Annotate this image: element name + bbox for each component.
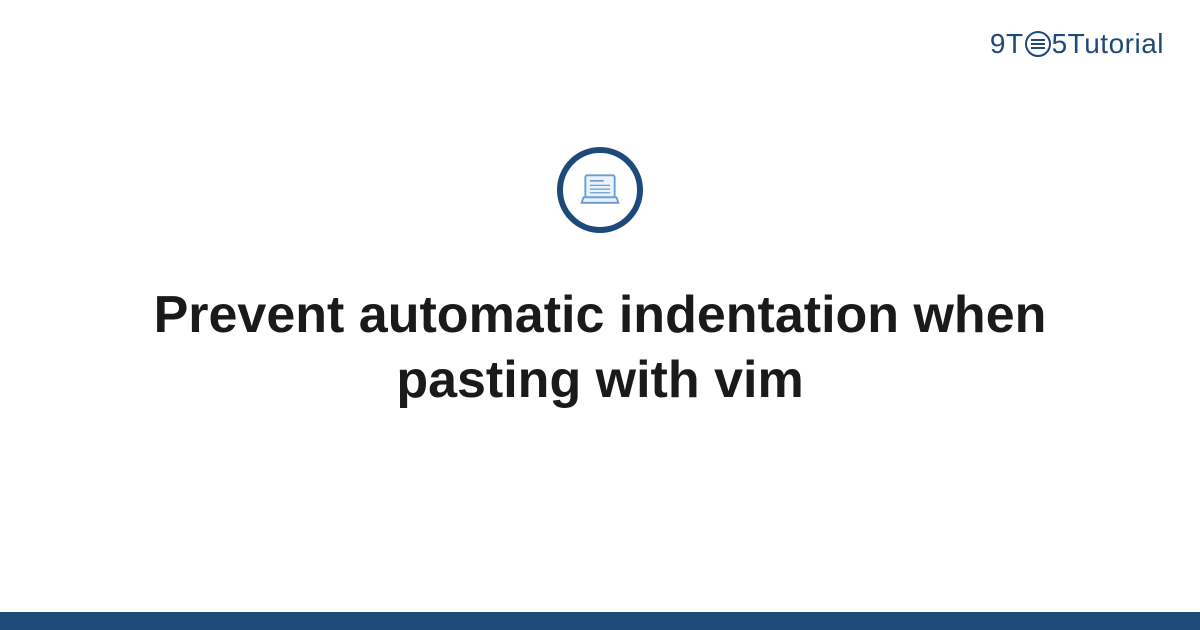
footer-bar <box>0 612 1200 630</box>
laptop-svg <box>578 168 622 212</box>
main-content: Prevent automatic indentation when pasti… <box>0 0 1200 630</box>
page-title: Prevent automatic indentation when pasti… <box>140 283 1060 413</box>
laptop-icon <box>557 147 643 233</box>
